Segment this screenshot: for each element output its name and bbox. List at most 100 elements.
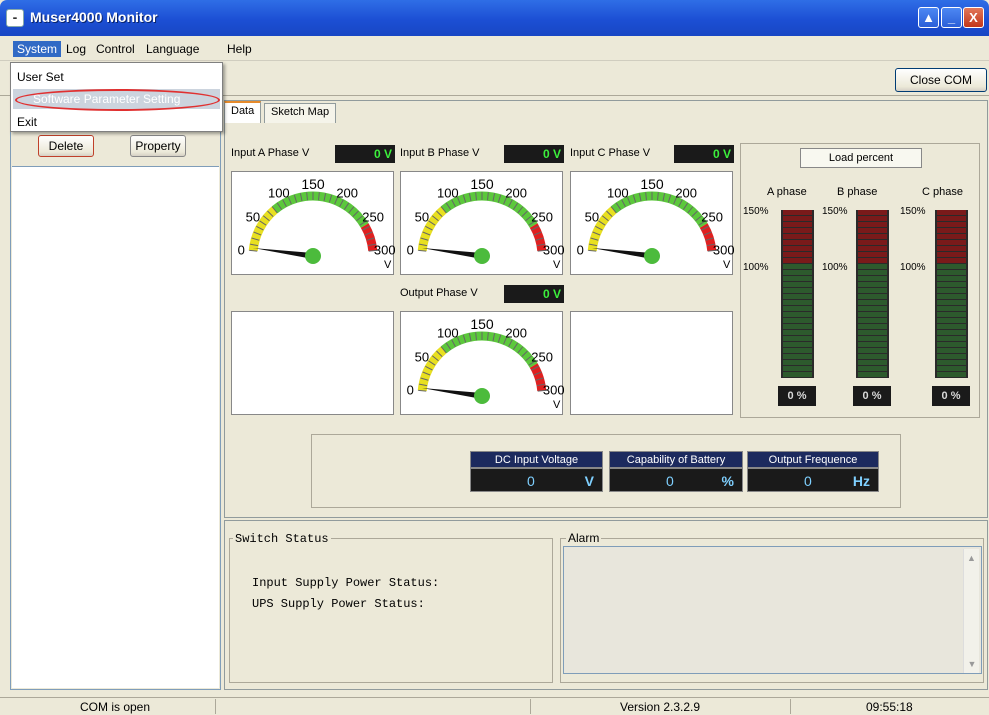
- gauge-value: 0 V: [674, 145, 734, 163]
- meter-unit: Hz: [852, 473, 870, 489]
- load-bar-segment: [858, 282, 887, 287]
- gauge-tick-label: 250: [362, 209, 384, 224]
- restore-button[interactable]: ▲: [918, 7, 939, 28]
- menu-system[interactable]: System: [13, 41, 62, 57]
- load-bar-segment: [783, 270, 812, 275]
- gauge-hub: [305, 248, 321, 264]
- load-bar-segment: [937, 294, 966, 299]
- load-bar-segment: [937, 312, 966, 317]
- gauge-tick-label: 300: [543, 383, 564, 398]
- close-com-button[interactable]: Close COM: [895, 68, 987, 92]
- load-bar-segment: [858, 300, 887, 305]
- gauge-tick-label: 150: [470, 176, 494, 192]
- load-bar-segment: [858, 252, 887, 257]
- gauge-tick: [418, 249, 427, 252]
- meter-display: 0V: [470, 468, 603, 492]
- meter-unit: %: [721, 473, 734, 489]
- device-list[interactable]: [12, 166, 219, 688]
- menu-language[interactable]: Language: [142, 41, 203, 57]
- alarm-textbox[interactable]: ▲ ▼: [563, 546, 982, 674]
- gauge-needle: [422, 248, 482, 259]
- load-bar-segment: [783, 324, 812, 329]
- menu-help[interactable]: Help: [223, 41, 256, 57]
- load-bar-segment: [858, 336, 887, 341]
- property-button[interactable]: Property: [130, 135, 186, 157]
- load-bar-segment: [783, 258, 812, 263]
- window-title: Muser4000 Monitor: [30, 9, 158, 25]
- load-bar-segment: [937, 282, 966, 287]
- load-bar-segment: [858, 210, 887, 215]
- load-bar-segment: [783, 294, 812, 299]
- load-bar-segment: [783, 234, 812, 239]
- ups-supply-status-label: UPS Supply Power Status:: [252, 597, 425, 611]
- gauge-value: 0 V: [504, 285, 564, 303]
- gauge-title: Input C Phase V: [570, 147, 651, 159]
- tab-sketch-map[interactable]: Sketch Map: [264, 103, 337, 123]
- close-window-button[interactable]: X: [963, 7, 984, 28]
- load-percent-title: Load percent: [800, 148, 922, 168]
- status-separator: [215, 699, 216, 714]
- gauge-tick-label: 250: [531, 209, 553, 224]
- gauge-tick-label: 150: [640, 176, 664, 192]
- load-bar-segment: [937, 324, 966, 329]
- minimize-button[interactable]: _: [941, 7, 962, 28]
- gauge-tick-label: 0: [577, 243, 584, 258]
- phase-label: C phase: [922, 186, 963, 198]
- gauge-tick: [588, 249, 597, 252]
- load-bar-segment: [858, 306, 887, 311]
- load-bar-segment: [783, 372, 812, 377]
- gauge-tick: [249, 249, 258, 252]
- load-bar-segment: [858, 216, 887, 221]
- gauge-unit: V: [723, 259, 731, 271]
- load-bar-segment: [783, 240, 812, 245]
- load-bar-segment: [858, 288, 887, 293]
- scroll-down-icon[interactable]: ▼: [964, 659, 980, 669]
- load-bar-segment: [783, 318, 812, 323]
- gauge-tick-label: 300: [543, 243, 564, 258]
- menu-item-exit[interactable]: Exit: [17, 115, 37, 129]
- gauge-tick-label: 0: [407, 243, 414, 258]
- alarm-scrollbar[interactable]: ▲ ▼: [963, 549, 979, 673]
- load-bar-segment: [783, 282, 812, 287]
- load-bar-segment: [858, 234, 887, 239]
- gauge-tick-label: 300: [374, 243, 395, 258]
- menu-log[interactable]: Log: [62, 41, 90, 57]
- load-bar-segment: [858, 258, 887, 263]
- menu-item-user-set[interactable]: User Set: [17, 70, 64, 84]
- load-bar-segment: [937, 222, 966, 227]
- load-bar-segment: [783, 342, 812, 347]
- scroll-up-icon[interactable]: ▲: [964, 553, 979, 563]
- gauge-hub: [474, 248, 490, 264]
- gauge-arc-segment: [529, 223, 547, 252]
- load-bar-segment: [783, 216, 812, 221]
- load-bar-segment: [858, 276, 887, 281]
- gauge-tick-label: 200: [505, 326, 527, 341]
- gauge-tick-label: 300: [713, 243, 734, 258]
- gauge-arc-segment: [529, 363, 547, 392]
- menu-control[interactable]: Control: [92, 41, 139, 57]
- load-bar-segment: [783, 252, 812, 257]
- gauge-tick-label: 100: [607, 186, 629, 201]
- app-menu-icon[interactable]: -: [6, 9, 24, 27]
- load-bar-segment: [783, 330, 812, 335]
- load-bar-segment: [858, 240, 887, 245]
- gauge-tick-label: 200: [505, 186, 527, 201]
- gauge-tick-label: 250: [531, 349, 553, 364]
- load-bar-segment: [783, 228, 812, 233]
- load-bar-segment: [858, 270, 887, 275]
- gauge-dial: 0 50 100 150 200 250 300 V: [231, 171, 396, 275]
- gauge-svg: 0 50 100 150 200 250 300V: [407, 176, 565, 271]
- com-status: COM is open: [80, 700, 151, 714]
- load-bar-segment: [783, 222, 812, 227]
- gauge-unit: V: [553, 399, 561, 411]
- load-bar-segment: [937, 330, 966, 335]
- meter-display: 0 Hz: [747, 468, 879, 492]
- delete-button[interactable]: Delete: [38, 135, 94, 157]
- tab-data[interactable]: Data: [224, 101, 262, 123]
- load-bar-segment: [858, 324, 887, 329]
- load-bar-segment: [858, 354, 887, 359]
- load-bar-segment: [858, 228, 887, 233]
- load-bar-segment: [858, 342, 887, 347]
- load-bar-segment: [937, 360, 966, 365]
- load-bar-segment: [937, 270, 966, 275]
